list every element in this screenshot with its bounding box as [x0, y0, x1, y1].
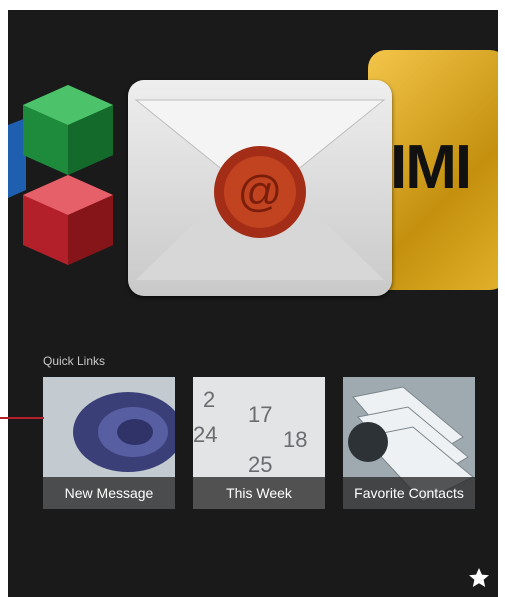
- svg-text:18: 18: [283, 427, 307, 452]
- svg-text:25: 25: [248, 452, 272, 477]
- svg-text:24: 24: [193, 422, 217, 447]
- mail-app-icon[interactable]: @: [128, 80, 392, 296]
- this-week-tile[interactable]: 2 17 24 18 25 This Week: [193, 377, 325, 509]
- svg-text:2: 2: [203, 387, 215, 412]
- favorite-contacts-tile[interactable]: Favorite Contacts: [343, 377, 475, 509]
- quick-links-heading: Quick Links: [43, 354, 106, 368]
- tile-label: Favorite Contacts: [343, 477, 475, 509]
- svg-text:17: 17: [248, 402, 272, 427]
- app-carousel[interactable]: IMI @: [8, 50, 498, 320]
- svg-text:@: @: [238, 167, 283, 216]
- new-message-tile[interactable]: New Message: [43, 377, 175, 509]
- callout-line: [0, 417, 44, 419]
- app-screen: IMI @ Quick Links New Message 2 17 24 18…: [8, 10, 498, 597]
- cubes-app-icon[interactable]: [8, 80, 128, 270]
- imdb-logo-text: IMI: [390, 133, 472, 202]
- tile-label: This Week: [193, 477, 325, 509]
- favorite-star-icon[interactable]: [467, 566, 491, 590]
- tile-label: New Message: [43, 477, 175, 509]
